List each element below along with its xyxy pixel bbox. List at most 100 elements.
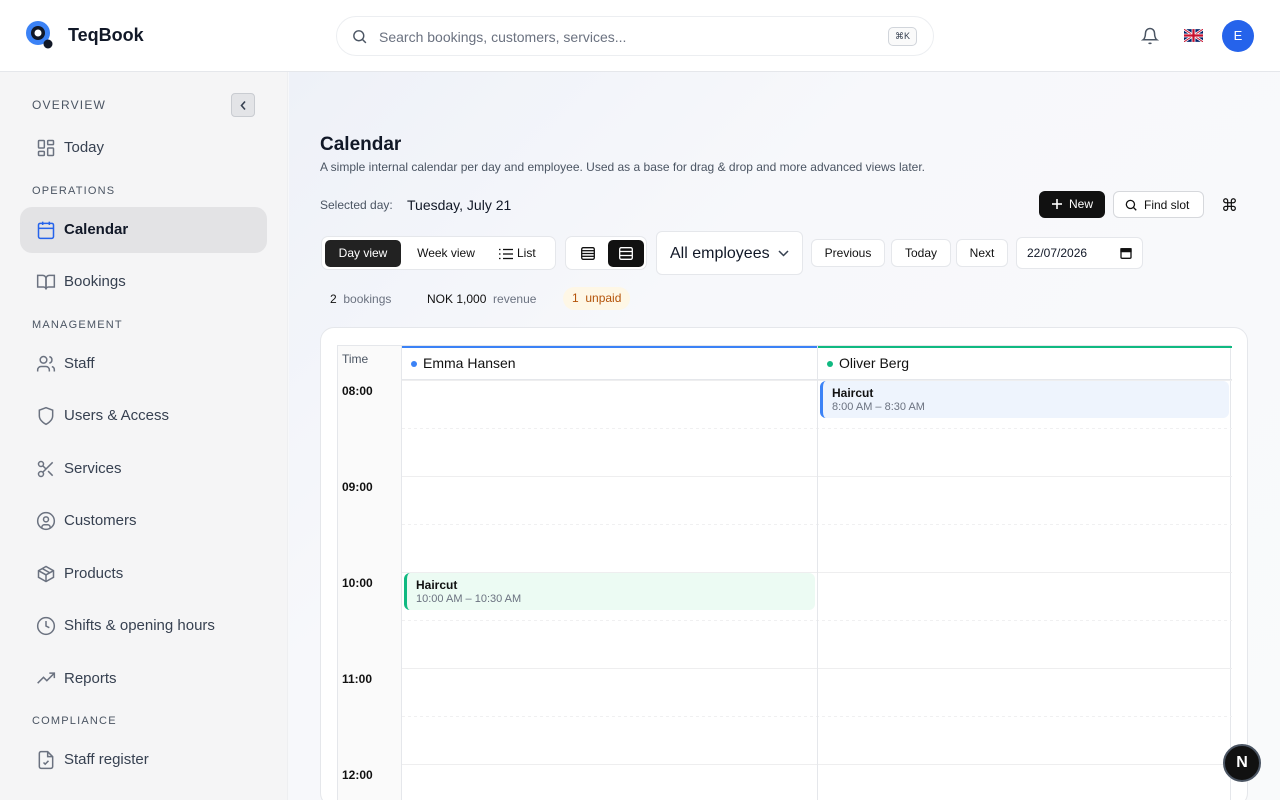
sidebar-item-label: Calendar [64, 221, 129, 238]
sidebar-item-bookings[interactable]: Bookings [20, 259, 267, 305]
search-bar[interactable]: ⌘K [336, 16, 934, 56]
bookings-stat: 2 bookings [330, 292, 391, 306]
user-avatar[interactable]: E [1222, 20, 1254, 52]
sidebar: OVERVIEW Today OPERATIONS Calendar Booki… [0, 72, 288, 800]
hour-label: 09:00 [342, 480, 373, 494]
calendar-small-icon [1120, 248, 1132, 259]
revenue-value: NOK 1,000 [427, 292, 487, 306]
sidebar-item-label: Bookings [64, 273, 126, 290]
bookings-label: bookings [343, 292, 392, 306]
search-shortcut-badge: ⌘K [888, 27, 917, 46]
appointment-title: Haircut [416, 578, 458, 592]
sidebar-item-staff-register[interactable]: Staff register [20, 737, 267, 783]
sidebar-item-label: Services [64, 460, 122, 477]
time-column: Time 08:00 09:00 10:00 11:00 12:00 [338, 346, 402, 800]
section-label-overview: OVERVIEW [32, 98, 107, 112]
appointment-card[interactable]: Haircut 10:00 AM – 10:30 AM [404, 573, 815, 610]
calendar-card: Time 08:00 09:00 10:00 11:00 12:00 Emma … [320, 327, 1248, 800]
book-icon [36, 274, 56, 290]
sidebar-item-services[interactable]: Services [20, 446, 267, 492]
appointment-time: 8:00 AM – 8:30 AM [832, 401, 925, 413]
page-subtitle: A simple internal calendar per day and e… [320, 160, 926, 174]
teqbook-logo-icon[interactable] [24, 19, 56, 51]
hour-label: 11:00 [342, 672, 373, 686]
list-label: List [517, 246, 536, 260]
clock-icon [36, 616, 56, 636]
collapse-sidebar-button[interactable] [231, 93, 255, 117]
section-label-operations: OPERATIONS [32, 185, 116, 197]
sidebar-item-label: Shifts & opening hours [64, 617, 215, 634]
date-picker-input[interactable]: 22/07/2026 [1016, 237, 1143, 269]
find-slot-label: Find slot [1144, 198, 1190, 212]
sidebar-item-customers[interactable]: Customers [20, 498, 267, 544]
sidebar-item-label: Today [64, 139, 105, 156]
employee-color-dot [827, 361, 833, 367]
top-bar: TeqBook ⌘K E [0, 0, 1280, 72]
employee-name: Oliver Berg [839, 355, 910, 371]
package-icon [37, 565, 55, 583]
column-divider [817, 346, 818, 800]
previous-day-button[interactable]: Previous [811, 239, 885, 267]
sidebar-item-reports[interactable]: Reports [20, 656, 267, 702]
view-switcher: Day view Week view List [321, 236, 556, 270]
nextjs-dev-button[interactable]: N [1223, 744, 1261, 782]
search-input[interactable] [379, 26, 879, 48]
next-day-button[interactable]: Next [956, 239, 1008, 267]
appointment-title: Haircut [832, 386, 874, 400]
hour-label: 12:00 [342, 768, 373, 782]
sidebar-item-today[interactable]: Today [20, 125, 267, 171]
employee-color-dot [411, 361, 417, 367]
page-title: Calendar [320, 134, 402, 155]
tab-day-view[interactable]: Day view [325, 240, 401, 267]
calendar-icon [37, 221, 55, 240]
comfortable-density-button[interactable] [608, 240, 644, 267]
search-icon [1125, 199, 1137, 211]
unpaid-badge[interactable]: 1 unpaid [563, 287, 631, 310]
sidebar-item-staff[interactable]: Staff [20, 341, 267, 387]
selected-day-label: Selected day: [320, 198, 393, 212]
sidebar-item-label: Customers [64, 512, 137, 529]
employee-name: Emma Hansen [423, 355, 516, 371]
users-icon [36, 355, 56, 372]
employee-filter-select[interactable]: All employees [656, 231, 803, 275]
command-icon[interactable]: ⌘ [1221, 196, 1238, 216]
find-slot-button[interactable]: Find slot [1113, 191, 1204, 218]
section-label-management: MANAGEMENT [32, 319, 123, 331]
app-name[interactable]: TeqBook [68, 25, 144, 46]
appointment-time: 10:00 AM – 10:30 AM [416, 593, 522, 605]
tab-list-view[interactable]: List [492, 240, 552, 267]
sidebar-item-label: Users & Access [64, 407, 170, 424]
sidebar-item-shifts[interactable]: Shifts & opening hours [20, 603, 267, 649]
sidebar-item-products[interactable]: Products [20, 551, 267, 597]
section-label-compliance: COMPLIANCE [32, 715, 117, 727]
rows-comfortable-icon [619, 247, 633, 260]
employee-color-bar [818, 346, 1232, 348]
revenue-stat: NOK 1,000 revenue [427, 292, 536, 306]
sidebar-item-users-access[interactable]: Users & Access [20, 393, 267, 439]
chevron-down-icon [778, 250, 789, 257]
uk-flag-icon[interactable] [1184, 29, 1203, 42]
shield-icon [38, 406, 54, 426]
sidebar-item-label: Staff register [64, 751, 149, 768]
sidebar-item-label: Products [64, 565, 124, 582]
bell-icon[interactable] [1141, 27, 1159, 45]
today-button[interactable]: Today [891, 239, 951, 267]
density-switcher [565, 236, 647, 270]
tab-week-view[interactable]: Week view [405, 240, 487, 267]
employee-column-header-oliver: Oliver Berg [818, 346, 1232, 380]
hour-label: 08:00 [342, 384, 373, 398]
chevron-left-icon [240, 100, 246, 111]
main-content: Calendar A simple internal calendar per … [289, 72, 1280, 800]
rows-compact-icon [581, 247, 595, 260]
sidebar-item-calendar[interactable]: Calendar [20, 207, 267, 253]
clipboard-check-icon [38, 750, 54, 770]
employee-color-bar [402, 346, 817, 348]
grid-icon [37, 139, 55, 157]
appointment-card[interactable]: Haircut 8:00 AM – 8:30 AM [820, 381, 1229, 418]
unpaid-label: unpaid [585, 291, 622, 305]
sidebar-item-label: Reports [64, 670, 117, 687]
compact-density-button[interactable] [570, 240, 606, 267]
bookings-count: 2 [330, 292, 337, 306]
scissors-icon [37, 460, 54, 478]
new-booking-button[interactable]: New [1039, 191, 1105, 218]
